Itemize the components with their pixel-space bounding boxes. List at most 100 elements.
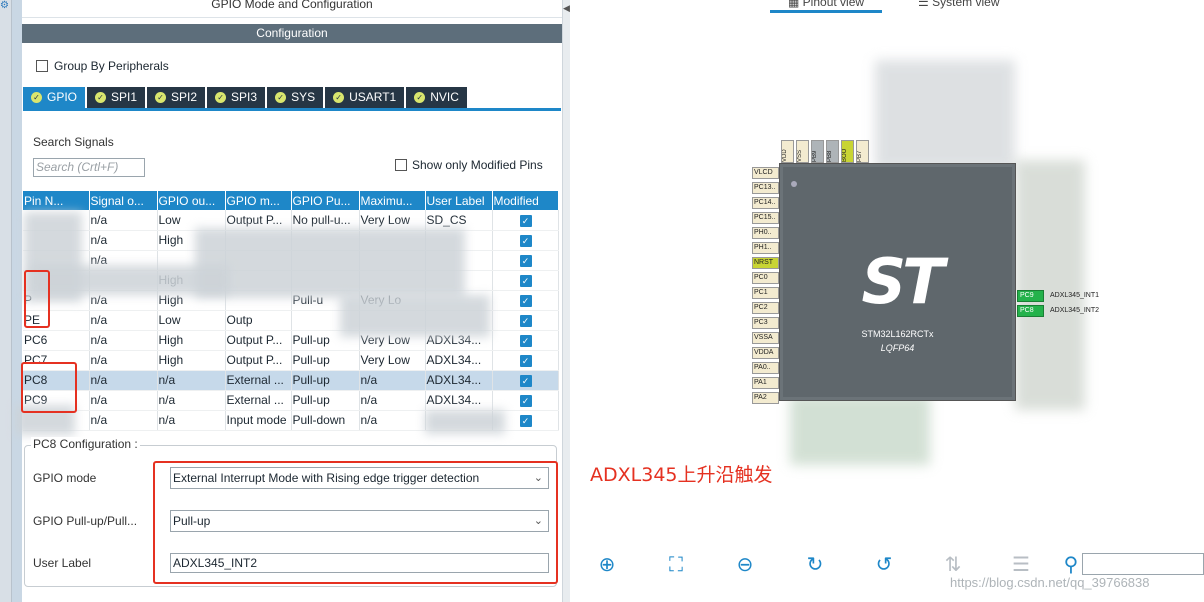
chip-pin[interactable]: NRST	[752, 257, 779, 269]
cell-output: n/a	[157, 370, 226, 391]
split-handle[interactable]: ◀	[562, 0, 570, 602]
tab-sys[interactable]: ✓ SYS	[267, 87, 326, 108]
chip-pin[interactable]: VSSA	[752, 332, 779, 344]
chip-pin[interactable]: PC1	[752, 287, 779, 299]
cell-mode: External ...	[225, 370, 292, 391]
chip-pin[interactable]: PC0	[752, 272, 779, 284]
chip-pin[interactable]: PC13..	[752, 182, 779, 194]
pin-pc8[interactable]: PC8	[1017, 305, 1044, 317]
tab-spi2[interactable]: ✓ SPI2	[147, 87, 208, 108]
chip-pin[interactable]: PC3	[752, 317, 779, 329]
flip-horizontal-icon[interactable]: ☰	[1008, 553, 1034, 577]
cell-speed: n/a	[359, 370, 426, 391]
fit-screen-icon[interactable]: ⛶	[663, 553, 689, 577]
mcu-chip[interactable]: ST STM32L162RCTx LQFP64	[779, 163, 1016, 401]
group-by-checkbox[interactable]	[36, 60, 48, 72]
tab-system-view[interactable]: ☰ System view	[918, 0, 999, 13]
pin-search-input[interactable]	[1082, 553, 1204, 575]
cell-label: ADXL34...	[425, 350, 493, 371]
cell-modified[interactable]: ✓	[492, 230, 559, 251]
chip-pin[interactable]: PA2	[752, 392, 779, 404]
search-icon[interactable]: ⚲	[1058, 553, 1084, 577]
cell-signal: n/a	[89, 370, 158, 391]
chip-pin[interactable]: VDDA	[752, 347, 779, 359]
cell-modified[interactable]: ✓	[492, 330, 559, 351]
col-gpio-output[interactable]: GPIO ou...	[157, 191, 226, 210]
modified-check-icon[interactable]: ✓	[519, 395, 532, 407]
col-pin-name[interactable]: Pin N...	[23, 191, 90, 210]
cell-modified[interactable]: ✓	[492, 310, 559, 331]
tab-spi3[interactable]: ✓ SPI3	[207, 87, 268, 108]
modified-check-icon[interactable]: ✓	[519, 335, 532, 347]
col-modified[interactable]: Modified	[492, 191, 559, 210]
tree-icon: ⚙	[0, 0, 9, 11]
chip-pin[interactable]: PA0..	[752, 362, 779, 374]
chip-pin[interactable]: PH1..	[752, 242, 779, 254]
cell-pull: Pull-down	[291, 410, 360, 431]
cell-modified[interactable]: ✓	[492, 390, 559, 411]
cell-mode: Input mode	[225, 410, 292, 431]
chip-pin[interactable]: PH0..	[752, 227, 779, 239]
group-by-label: Group By Peripherals	[54, 59, 169, 73]
cell-output: n/a	[157, 410, 226, 431]
cell-modified[interactable]: ✓	[492, 250, 559, 271]
zoom-out-icon[interactable]: ⊖	[732, 553, 758, 577]
chip-pin[interactable]: VSS	[796, 140, 809, 163]
modified-check-icon[interactable]: ✓	[519, 214, 532, 227]
col-max-speed[interactable]: Maximu...	[359, 191, 426, 210]
cell-modified[interactable]: ✓	[492, 290, 559, 311]
chip-pin[interactable]: PB7	[856, 140, 869, 163]
tab-label: SPI3	[231, 90, 258, 104]
search-input[interactable]: Search (Crtl+F)	[33, 158, 145, 177]
table-row[interactable]: PC9 n/a n/a External ... Pull-up n/a ADXL34...…	[23, 390, 559, 411]
zoom-in-icon[interactable]: ⊕	[594, 553, 620, 577]
cell-signal: n/a	[89, 390, 158, 411]
col-user-label[interactable]: User Label	[425, 191, 493, 210]
chip-pin[interactable]: PC2	[752, 302, 779, 314]
table-row[interactable]: PC7 n/a High Output P... Pull-up Very Low ADXL…	[23, 350, 559, 371]
tab-nvic[interactable]: ✓ NVIC	[406, 87, 469, 108]
col-gpio-pull[interactable]: GPIO Pu...	[291, 191, 360, 210]
cell-mode: External ...	[225, 390, 292, 411]
cell-label: ADXL34...	[425, 390, 493, 411]
tab-gpio[interactable]: ✓ GPIO	[23, 87, 88, 108]
annotation-text: ADXL345上升沿触发	[590, 464, 773, 486]
cell-modified[interactable]: ✓	[492, 370, 559, 391]
chip-pin[interactable]: VLCD	[752, 167, 779, 179]
flip-vertical-icon[interactable]: ⇅	[940, 553, 966, 577]
pin-pc9[interactable]: PC9	[1017, 290, 1044, 302]
group-by-peripherals[interactable]: Group By Peripherals	[36, 59, 169, 73]
modified-check-icon[interactable]: ✓	[519, 235, 532, 247]
cell-modified[interactable]: ✓	[492, 270, 559, 291]
blur-mask	[790, 395, 930, 465]
chip-pin[interactable]: PC15..	[752, 212, 779, 224]
table-row[interactable]: n/a Low Output P... No pull-u... Very Low SD_…	[23, 210, 559, 231]
chip-pin[interactable]: VDD	[781, 140, 794, 163]
modified-check-icon[interactable]: ✓	[519, 355, 532, 367]
chip-pin[interactable]: BOO	[841, 140, 854, 163]
show-modified-checkbox[interactable]	[395, 159, 407, 171]
chip-pin[interactable]: PC14..	[752, 197, 779, 209]
chip-pin[interactable]: PA1	[752, 377, 779, 389]
col-gpio-mode[interactable]: GPIO m...	[225, 191, 292, 210]
chip-pin[interactable]: PB8	[826, 140, 839, 163]
modified-check-icon[interactable]: ✓	[519, 255, 532, 267]
cell-modified[interactable]: ✓	[492, 210, 559, 231]
blur-mask	[340, 295, 490, 337]
modified-check-icon[interactable]: ✓	[519, 275, 532, 287]
modified-check-icon[interactable]: ✓	[519, 375, 532, 387]
modified-check-icon[interactable]: ✓	[519, 295, 532, 307]
rotate-left-icon[interactable]: ↺	[871, 553, 897, 577]
tab-pinout-view[interactable]: ▦ Pinout view	[770, 0, 883, 13]
modified-check-icon[interactable]: ✓	[519, 415, 532, 427]
rotate-right-icon[interactable]: ↻	[802, 553, 828, 577]
show-modified-pins[interactable]: Show only Modified Pins	[395, 158, 543, 172]
col-signal[interactable]: Signal o...	[89, 191, 158, 210]
table-row[interactable]: PC8 n/a n/a External ... Pull-up n/a ADXL34...…	[23, 370, 559, 391]
cell-modified[interactable]: ✓	[492, 350, 559, 371]
modified-check-icon[interactable]: ✓	[519, 315, 532, 327]
cell-speed: Very Low	[359, 210, 426, 231]
chip-pin[interactable]: PB9	[811, 140, 824, 163]
tab-usart1[interactable]: ✓ USART1	[325, 87, 407, 108]
tab-spi1[interactable]: ✓ SPI1	[87, 87, 148, 108]
